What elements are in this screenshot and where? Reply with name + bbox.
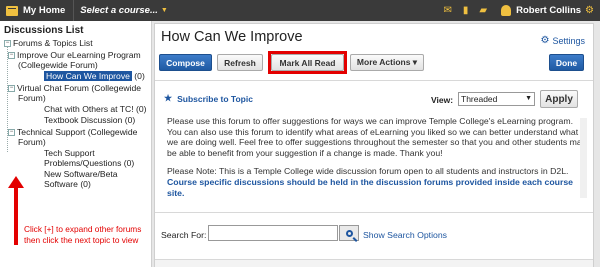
topic-label[interactable]: Textbook Discussion bbox=[44, 115, 122, 125]
refresh-button[interactable]: Refresh bbox=[217, 54, 263, 71]
topic-count: (0) bbox=[136, 104, 147, 114]
scrollbar[interactable] bbox=[580, 118, 587, 198]
forum-virtual-chat[interactable]: − Virtual Chat Forum (Collegewide Forum) bbox=[4, 83, 151, 103]
topic-panel: How Can We Improve ⚙ Settings Compose Ref… bbox=[154, 23, 594, 267]
forum-label: Improve Our eLearning Program (Collegewi… bbox=[17, 50, 141, 70]
forum-improve-elearning[interactable]: − Improve Our eLearning Program (Collegew… bbox=[4, 50, 151, 70]
mail-icon[interactable]: ✉ bbox=[444, 5, 452, 16]
divider bbox=[155, 212, 593, 213]
gear-icon: ⚙ bbox=[540, 35, 550, 46]
topic-description: Please use this forum to offer suggestio… bbox=[155, 112, 593, 212]
done-button[interactable]: Done bbox=[549, 54, 584, 71]
topbar-right: ✉ ▮ ▰ Robert Collins ⚙ bbox=[433, 0, 594, 21]
user-name[interactable]: Robert Collins bbox=[516, 5, 581, 16]
collapse-icon[interactable]: − bbox=[4, 40, 11, 48]
collapse-icon[interactable]: − bbox=[8, 52, 15, 60]
page-title: How Can We Improve bbox=[161, 29, 303, 45]
gear-icon[interactable]: ⚙ bbox=[585, 5, 594, 16]
subscribe-icon: ★ bbox=[164, 93, 173, 103]
search-button[interactable] bbox=[339, 225, 359, 241]
note-emphasis: Course specific discussions should be he… bbox=[167, 176, 573, 198]
settings-label: Settings bbox=[552, 35, 585, 46]
tree-root[interactable]: − Forums & Topics List bbox=[4, 38, 151, 48]
topic-textbook-discussion[interactable]: Textbook Discussion (0) bbox=[4, 115, 151, 125]
subscribe-label: Subscribe to Topic bbox=[177, 93, 253, 104]
home-icon[interactable] bbox=[6, 5, 18, 16]
view-label: View: bbox=[431, 95, 454, 105]
description-note: Please Note: This is a Temple College wi… bbox=[167, 166, 586, 198]
annotation-text: Click [+] to expand other forums then cl… bbox=[24, 224, 142, 245]
show-search-options-link[interactable]: Show Search Options bbox=[363, 230, 447, 240]
annotation-arrow-shaft bbox=[14, 187, 18, 245]
topic-label-selected[interactable]: How Can We Improve bbox=[44, 71, 132, 81]
apply-button[interactable]: Apply bbox=[540, 90, 578, 108]
search-icon bbox=[345, 229, 353, 237]
divider bbox=[73, 0, 75, 21]
course-selector[interactable]: Select a course... bbox=[80, 5, 158, 16]
highlight-box bbox=[268, 51, 347, 74]
compose-button[interactable]: Compose bbox=[159, 54, 212, 71]
chevron-down-icon: ▼ bbox=[525, 95, 532, 102]
topic-count: (0) bbox=[80, 179, 91, 189]
sidebar-title: Discussions List bbox=[4, 25, 84, 36]
user-icon[interactable] bbox=[501, 5, 512, 16]
topic-chat-with-others[interactable]: Chat with Others at TC! (0) bbox=[4, 104, 151, 114]
topic-count: (0) bbox=[134, 71, 145, 81]
view-select[interactable]: Threaded ▼ bbox=[458, 92, 535, 106]
more-actions-button[interactable]: More Actions ▾ bbox=[350, 54, 424, 71]
topic-tech-support[interactable]: Tech Support Problems/Questions (0) bbox=[4, 148, 151, 168]
search-label: Search For: bbox=[161, 230, 207, 240]
tree-root-label: Forums & Topics List bbox=[13, 38, 93, 48]
view-select-value: Threaded bbox=[461, 94, 498, 104]
note-text: Please Note: This is a Temple College wi… bbox=[167, 166, 569, 177]
subscribe-link[interactable]: ★ Subscribe to Topic bbox=[164, 93, 253, 104]
divider bbox=[155, 80, 593, 81]
collapse-icon[interactable]: − bbox=[8, 129, 15, 137]
topic-count: (0) bbox=[124, 115, 136, 125]
forum-label: Virtual Chat Forum (Collegewide Forum) bbox=[17, 83, 142, 103]
topic-label[interactable]: Chat with Others at TC! bbox=[44, 104, 134, 114]
top-navbar: My Home Select a course... ▼ ✉ ▮ ▰ Rober… bbox=[0, 0, 600, 21]
footer-bar bbox=[155, 259, 593, 267]
forum-technical-support[interactable]: − Technical Support (Collegewide Forum) bbox=[4, 127, 151, 147]
chevron-down-icon[interactable]: ▼ bbox=[161, 7, 168, 14]
forum-label: Technical Support (Collegewide Forum) bbox=[17, 127, 138, 147]
collapse-icon[interactable]: − bbox=[8, 85, 15, 93]
topic-count: (0) bbox=[123, 158, 135, 168]
topic-label[interactable]: Tech Support Problems/Questions bbox=[44, 148, 121, 168]
description-paragraph: Please use this forum to offer suggestio… bbox=[167, 116, 587, 158]
forum-tree: − Forums & Topics List − Improve Our eLear… bbox=[4, 38, 151, 189]
discussions-sidebar: Discussions List − Forums & Topics List −… bbox=[0, 21, 152, 267]
my-home-link[interactable]: My Home bbox=[23, 5, 65, 16]
chat-icon[interactable]: ▰ bbox=[479, 5, 487, 16]
book-icon[interactable]: ▮ bbox=[463, 5, 469, 16]
settings-link[interactable]: ⚙ Settings bbox=[541, 35, 586, 46]
topic-how-can-we-improve[interactable]: How Can We Improve (0) bbox=[4, 71, 151, 81]
topic-new-software[interactable]: New Software/Beta Software (0) bbox=[4, 169, 151, 189]
search-input[interactable] bbox=[208, 225, 338, 241]
